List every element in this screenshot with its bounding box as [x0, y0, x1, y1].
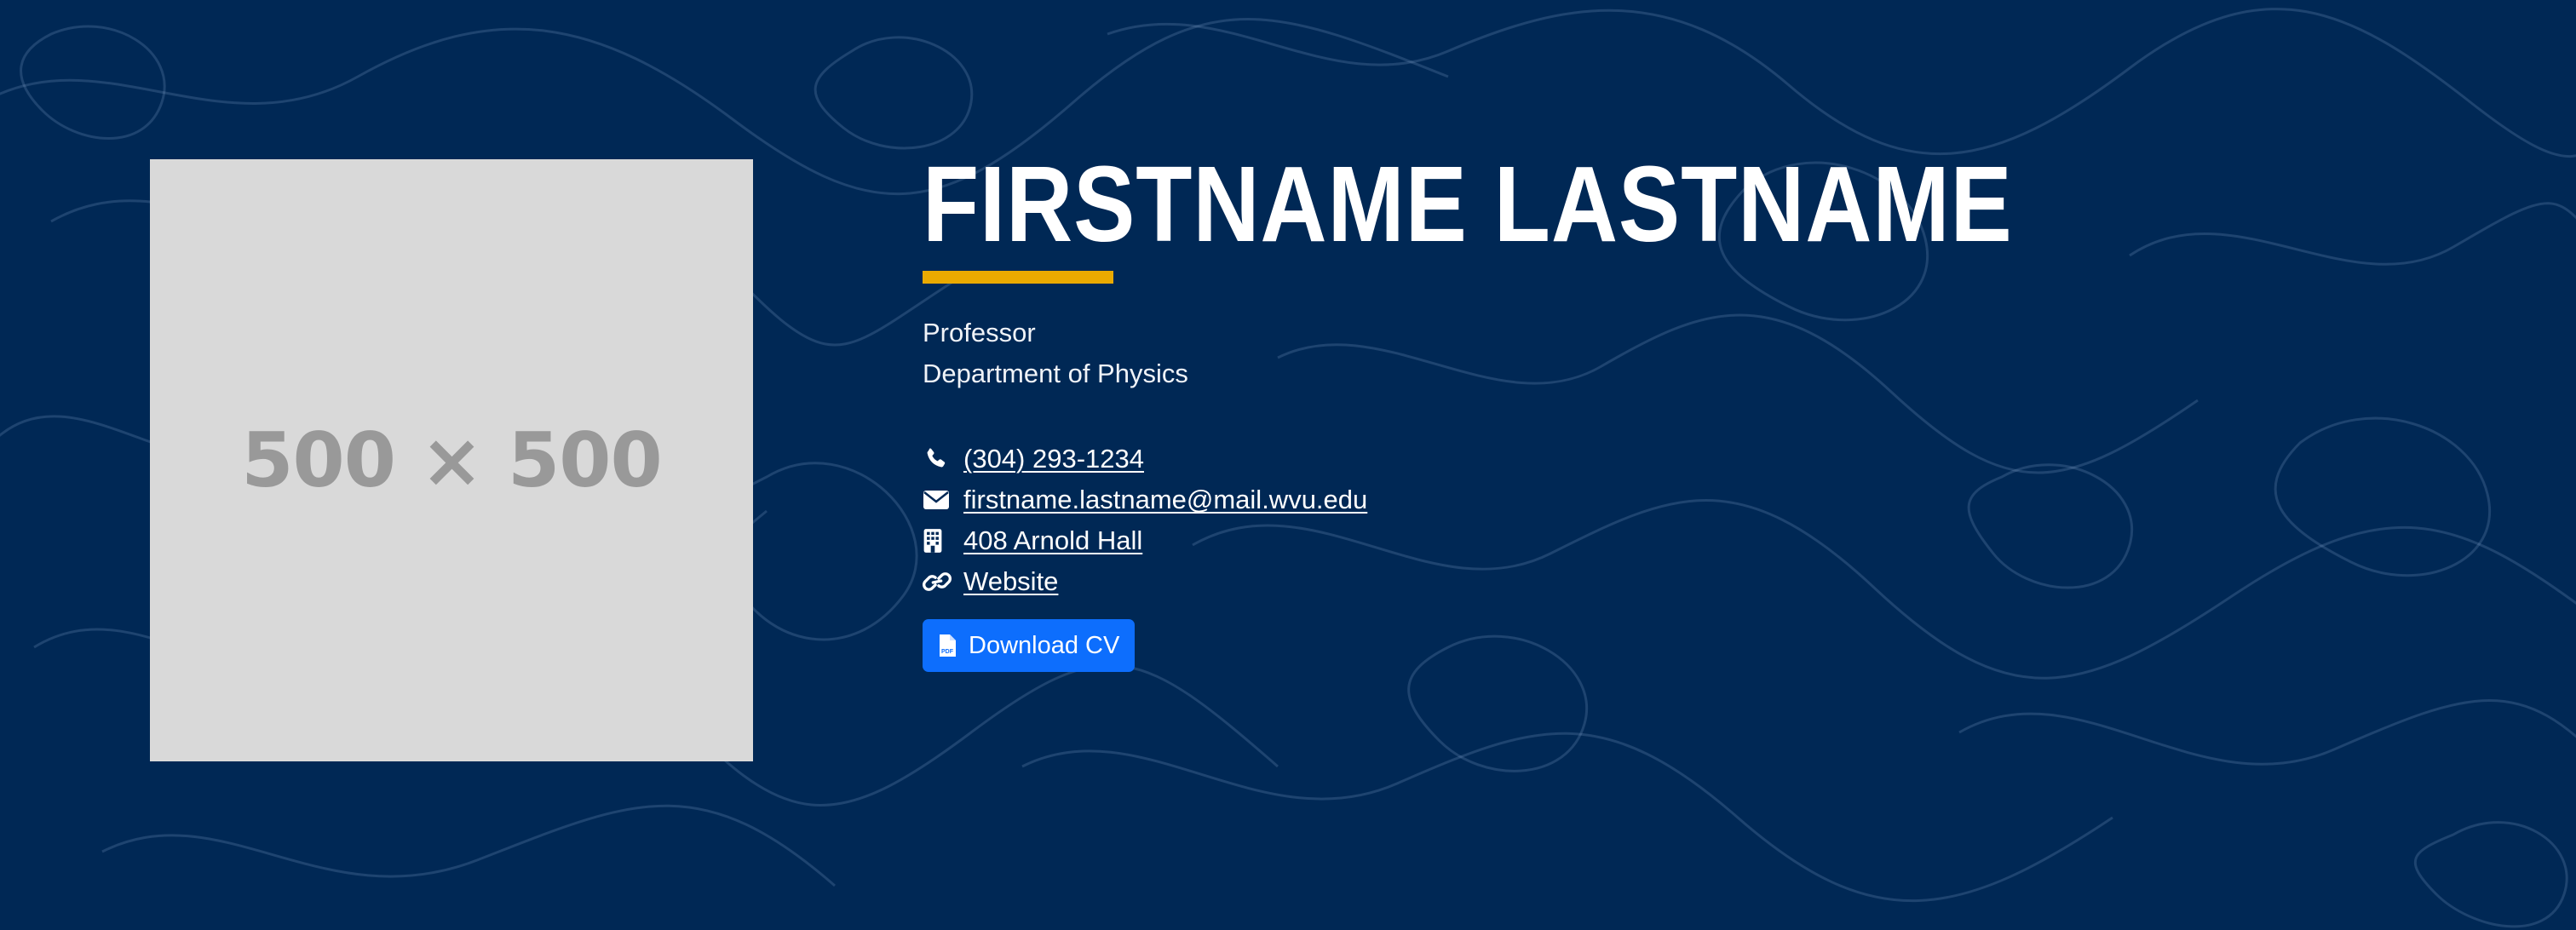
contact-website-row: Website: [923, 561, 2456, 602]
profile-photo-placeholder: 500 × 500: [150, 159, 753, 761]
website-link[interactable]: Website: [963, 566, 1058, 597]
profile-titles: Professor Department of Physics: [923, 313, 2456, 394]
link-icon: [923, 568, 952, 595]
phone-link[interactable]: (304) 293-1234: [963, 444, 1144, 474]
pdf-file-icon: PDF: [938, 632, 960, 659]
profile-department: Department of Physics: [923, 359, 1188, 388]
name-underline-accent: [923, 271, 1113, 284]
profile-position: Professor: [923, 318, 1036, 347]
phone-icon: [923, 445, 952, 473]
contact-list: (304) 293-1234 firstname.lastname@mail.w…: [923, 439, 2456, 602]
download-cv-button[interactable]: PDF Download CV: [923, 619, 1136, 672]
contact-email-row: firstname.lastname@mail.wvu.edu: [923, 479, 2456, 520]
download-cv-label: Download CV: [969, 631, 1120, 659]
profile-info: FIRSTNAME LASTNAME Professor Department …: [923, 145, 2456, 672]
building-icon: [923, 527, 952, 554]
office-link[interactable]: 408 Arnold Hall: [963, 525, 1142, 556]
contact-phone-row: (304) 293-1234: [923, 439, 2456, 479]
svg-text:PDF: PDF: [941, 649, 954, 655]
contact-office-row: 408 Arnold Hall: [923, 520, 2456, 561]
photo-placeholder-label: 500 × 500: [241, 416, 662, 504]
email-link[interactable]: firstname.lastname@mail.wvu.edu: [963, 485, 1367, 515]
envelope-icon: [923, 486, 952, 514]
profile-name: FIRSTNAME LASTNAME: [923, 144, 2013, 264]
